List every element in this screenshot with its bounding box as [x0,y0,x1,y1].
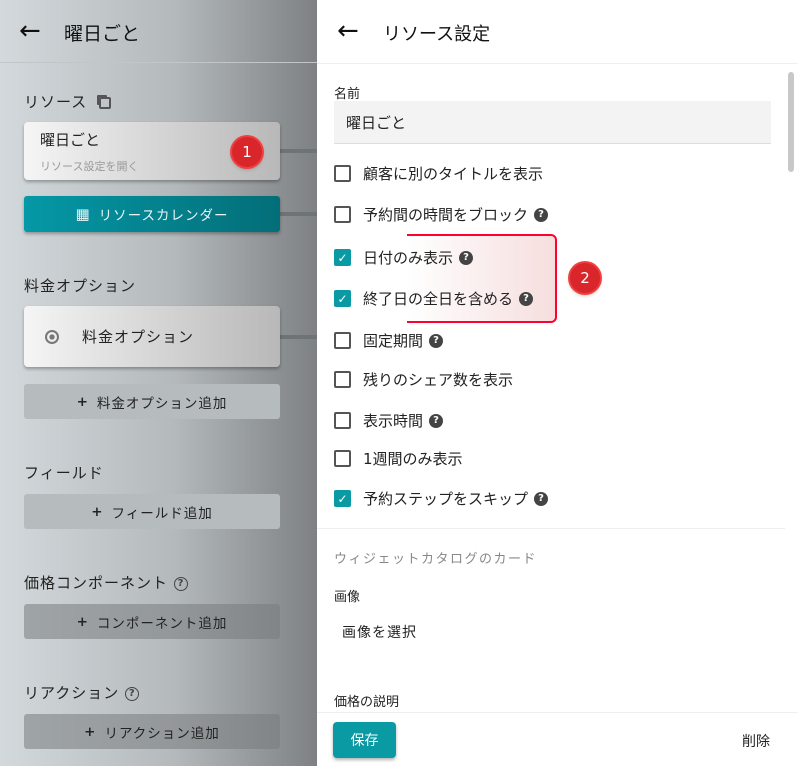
option-label: 予約間の時間をブロック [363,206,529,224]
image-label: 画像 [334,590,361,605]
checkbox[interactable] [334,206,351,223]
option-row[interactable]: 残りのシェア数を表示 [334,369,513,390]
add-price-option-label: 料金オプション追加 [96,395,228,412]
back-arrow-icon[interactable]: ← [337,18,359,44]
checkbox[interactable] [334,165,351,182]
add-reaction-label: リアクション追加 [104,725,220,742]
option-label: 予約ステップをスキップ [363,490,529,508]
add-field-label: フィールド追加 [111,505,213,522]
option-row[interactable]: 固定期間? [334,330,444,351]
help-icon[interactable]: ? [519,291,534,306]
radio-icon [45,330,59,344]
left-header: ← 曜日ごと [0,0,317,63]
option-label: 顧客に別のタイトルを表示 [363,165,544,183]
add-component-label: コンポーネント追加 [96,615,228,632]
page-title: 曜日ごと [64,23,141,45]
reactions-heading: リアクション? [24,682,140,703]
checkbox[interactable]: ✓ [334,490,351,507]
checkbox[interactable] [334,450,351,467]
resource-settings-panel: ← リソース設定 名前 顧客に別のタイトルを表示予約間の時間をブロック?✓日付の… [317,0,797,766]
name-input[interactable] [334,101,771,144]
option-row[interactable]: 顧客に別のタイトルを表示 [334,163,543,184]
add-price-option-button[interactable]: + 料金オプション追加 [24,384,280,419]
fields-heading: フィールド [24,464,104,482]
option-row[interactable]: 予約間の時間をブロック? [334,204,549,225]
option-row[interactable]: ✓ 終了日の全日を含める? [334,288,534,309]
widget-card-section: ウィジェットカタログのカード [334,552,538,567]
option-row[interactable]: ✓ 日付のみ表示? [334,247,474,268]
plus-icon: + [76,613,89,630]
checkbox[interactable]: ✓ [334,290,351,307]
step-badge-1: 1 [232,137,262,167]
option-label: 残りのシェア数を表示 [363,371,514,389]
checkbox[interactable] [334,332,351,349]
option-label: 1週間のみ表示 [363,450,463,468]
resource-calendar-button[interactable]: ▦ リソースカレンダー [24,196,280,232]
help-icon[interactable]: ? [429,413,444,428]
option-row[interactable]: ✓ 予約ステップをスキップ? [334,488,549,509]
help-icon[interactable]: ? [174,576,189,591]
price-options-heading: 料金オプション [24,277,137,295]
checkbox[interactable]: ✓ [334,249,351,266]
price-components-heading: 価格コンポーネント? [24,572,189,593]
option-label: 日付のみ表示 [363,249,454,267]
help-icon[interactable]: ? [459,250,474,265]
option-label: 終了日の全日を含める [363,290,514,308]
calendar-button-label: リソースカレンダー [98,208,229,224]
grid-icon: ▦ [75,205,91,223]
add-component-button[interactable]: + コンポーネント追加 [24,604,280,639]
resource-card-subtitle: リソース設定を開く [40,160,139,173]
step-badge-2: 2 [570,263,600,293]
save-button[interactable]: 保存 [333,722,396,758]
checkbox[interactable] [334,371,351,388]
scrollbar[interactable] [788,72,794,172]
add-reaction-button[interactable]: + リアクション追加 [24,714,280,749]
help-icon[interactable]: ? [534,491,549,506]
help-icon[interactable]: ? [125,686,140,701]
plus-icon: + [76,393,89,410]
plus-icon: + [91,503,104,520]
plus-icon: + [84,723,97,740]
option-label: 固定期間 [363,332,424,350]
option-row[interactable]: 1週間のみ表示 [334,448,463,469]
resource-heading: リソース [24,91,112,112]
price-option-label: 料金オプション [82,328,195,346]
help-icon[interactable]: ? [429,333,444,348]
settings-title: リソース設定 [383,24,491,45]
price-description-label: 価格の説明 [334,695,400,710]
back-arrow-icon[interactable]: ← [19,18,41,44]
option-row[interactable]: 表示時間? [334,410,444,431]
checkbox[interactable] [334,412,351,429]
price-option-card[interactable]: 料金オプション [24,306,280,367]
help-icon[interactable]: ? [534,207,549,222]
delete-button[interactable]: 削除 [742,731,770,751]
option-label: 表示時間 [363,412,424,430]
resource-card-title: 曜日ごと [40,131,101,149]
add-field-button[interactable]: + フィールド追加 [24,494,280,529]
select-image-button[interactable]: 画像を選択 [342,622,417,642]
resource-panel: ← 曜日ごと リソース 曜日ごと リソース設定を開く 1 ▦ リソースカレンダー … [0,0,317,766]
copy-icon[interactable] [99,96,112,109]
name-label: 名前 [334,87,361,102]
